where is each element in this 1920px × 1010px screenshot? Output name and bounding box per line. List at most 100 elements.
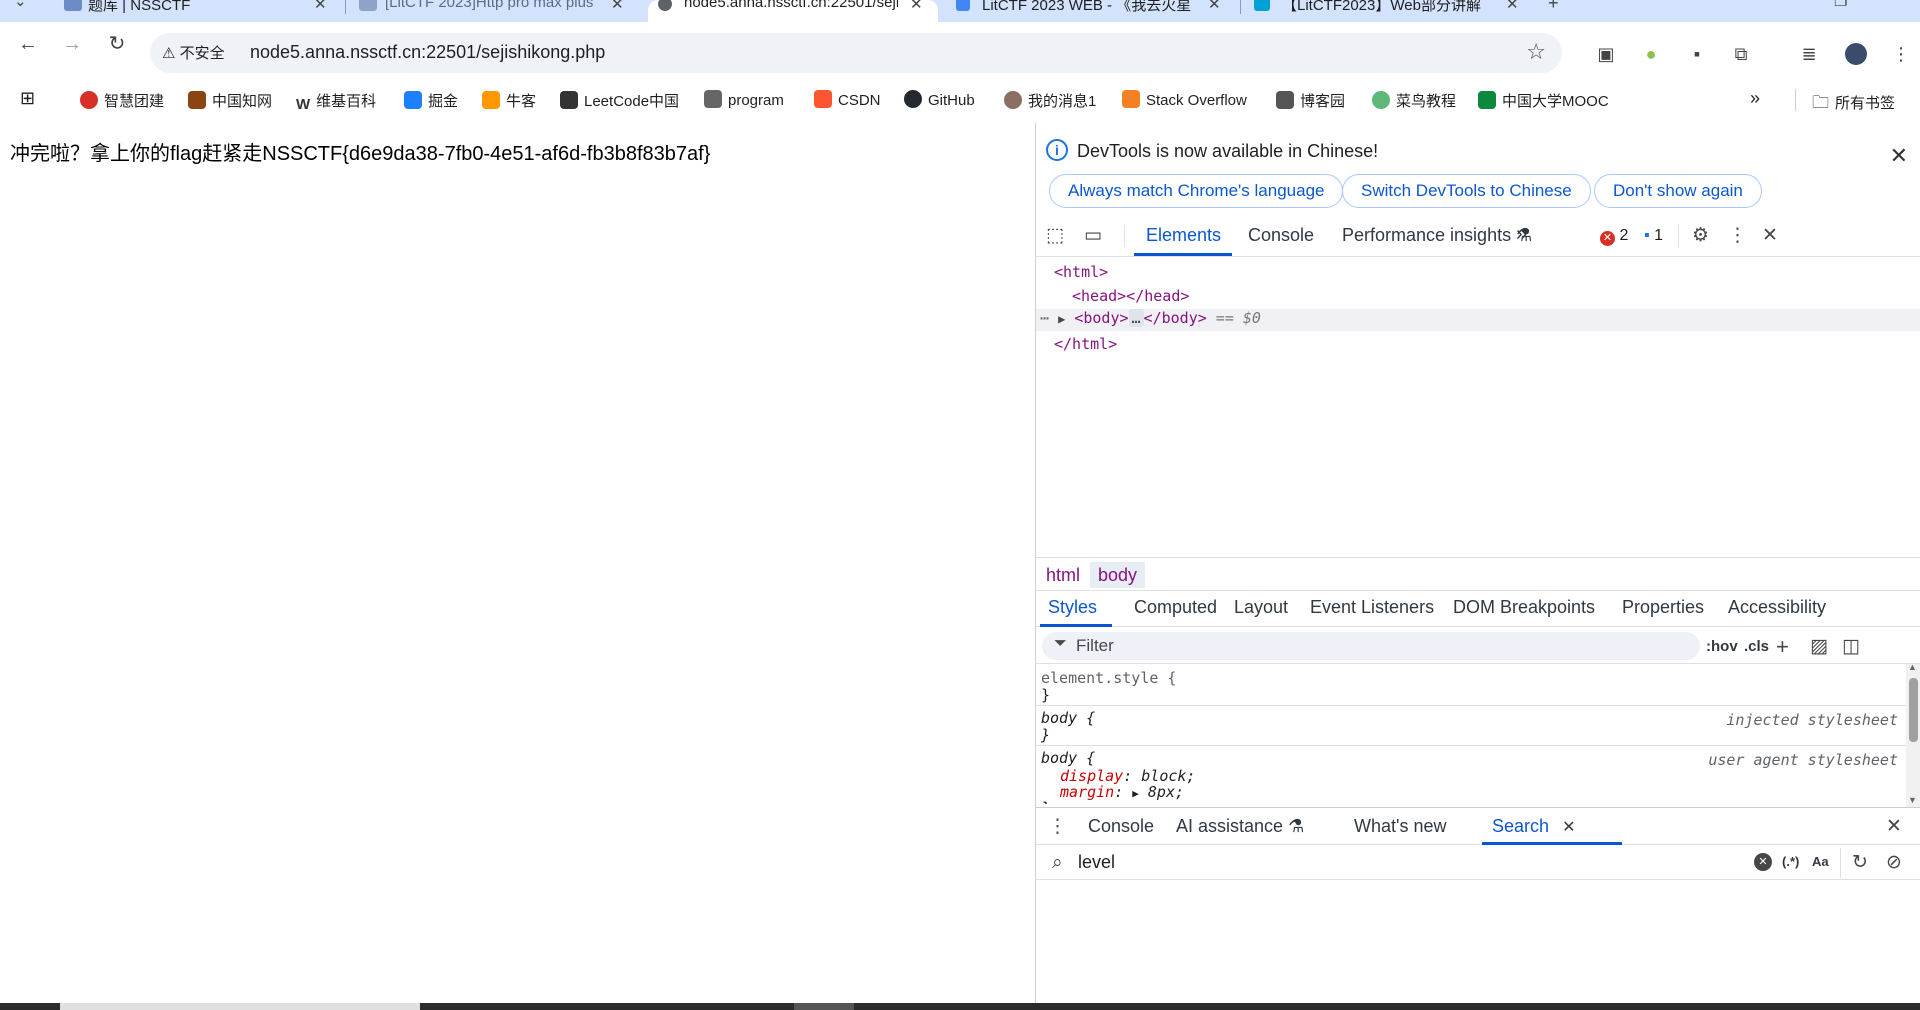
breadcrumb-html[interactable]: html [1038, 562, 1088, 588]
gear-icon[interactable]: ⚙ [1692, 225, 1709, 247]
styles-filter-input[interactable]: ⏷ Filter [1042, 632, 1700, 660]
reload-button[interactable]: ↻ [103, 30, 131, 58]
back-button[interactable]: ← [14, 30, 42, 58]
message-counter[interactable]: ▪ 1 [1644, 227, 1663, 245]
tab-active-sejishikong[interactable]: node5.anna.nssctf.cn:22501/sejishikong.p… [648, 0, 938, 22]
close-icon[interactable]: ✕ [611, 0, 624, 13]
forward-button[interactable]: → [58, 30, 86, 58]
paint-brush-icon[interactable]: ▨ [1810, 636, 1828, 658]
security-indicator[interactable]: ⚠ 不安全 [162, 42, 225, 63]
menu-icon[interactable]: ⋮ [1890, 43, 1912, 65]
close-icon[interactable]: ✕ [910, 0, 923, 13]
dom-node-body-selected[interactable]: ⋯ ▶ <body>… </body> == $0 [1036, 309, 1920, 331]
refresh-icon[interactable]: ↻ [1852, 852, 1868, 874]
url-text[interactable]: node5.anna.nssctf.cn:22501/sejishikong.p… [250, 42, 605, 63]
expand-triangle-icon[interactable]: ▶ [1058, 312, 1065, 326]
error-counter[interactable]: ✕ 2 [1600, 227, 1628, 246]
dont-show-again-button[interactable]: Don't show again [1594, 174, 1762, 208]
rule-element-style[interactable]: element.style { [1041, 669, 1176, 687]
new-tab-button[interactable]: + [1544, 0, 1574, 22]
search-input[interactable]: level [1078, 852, 1115, 873]
tab-dom-breakpoints[interactable]: DOM Breakpoints [1453, 597, 1595, 618]
close-icon[interactable]: ✕ [1208, 0, 1221, 13]
dom-node-head[interactable]: <head></head> [1072, 287, 1189, 305]
new-style-rule-icon[interactable]: + [1776, 636, 1789, 658]
extension-icon[interactable]: ● [1640, 43, 1662, 65]
drawer-tab-whats-new[interactable]: What's new [1354, 816, 1446, 837]
drawer-tab-console[interactable]: Console [1088, 816, 1154, 837]
close-icon[interactable]: ✕ [314, 0, 327, 13]
clear-icon[interactable]: ⊘ [1886, 852, 1902, 874]
scroll-up-icon[interactable]: ▲ [1908, 662, 1917, 672]
close-devtools-icon[interactable]: ✕ [1762, 225, 1778, 247]
inspect-element-icon[interactable]: ⬚ [1046, 225, 1064, 247]
switch-to-chinese-button[interactable]: Switch DevTools to Chinese [1342, 174, 1591, 208]
tab-accessibility[interactable]: Accessibility [1728, 597, 1826, 618]
toggle-sidebar-icon[interactable]: ◫ [1842, 636, 1860, 658]
bookmark-item[interactable]: 我的消息1 [1004, 90, 1096, 111]
tab-computed[interactable]: Computed [1134, 597, 1217, 618]
collapsed-children[interactable]: … [1128, 309, 1144, 327]
tab-layout[interactable]: Layout [1234, 597, 1288, 618]
apps-icon[interactable]: ⊞ [20, 88, 35, 109]
regex-toggle[interactable]: (.*) [1782, 854, 1799, 869]
taskbar-item[interactable] [794, 1003, 854, 1010]
close-icon[interactable]: ✕ [1506, 0, 1519, 13]
css-declaration[interactable]: margin: ▶ 8px; [1060, 783, 1184, 801]
more-bookmarks-button[interactable]: » [1750, 88, 1760, 109]
tab-litctf-bilibili[interactable]: 【LitCTF2023】Web部分讲解 ✕ [1244, 0, 1534, 22]
always-match-language-button[interactable]: Always match Chrome's language [1049, 174, 1344, 208]
tab-search-button[interactable]: ⌄ [0, 0, 40, 22]
bookmark-star-icon[interactable]: ☆ [1526, 39, 1546, 65]
bookmark-item[interactable]: 博客园 [1276, 90, 1345, 111]
close-drawer-icon[interactable]: ✕ [1886, 816, 1902, 838]
bookmark-item[interactable]: Stack Overflow [1122, 90, 1247, 109]
tab-nssctf[interactable]: 题库 | NSSCTF ✕ [44, 0, 339, 22]
avatar[interactable] [1845, 43, 1867, 65]
tab-elements[interactable]: Elements [1146, 225, 1221, 246]
horizontal-scroll-thumb[interactable] [60, 1003, 420, 1010]
device-toolbar-icon[interactable]: ▭ [1084, 225, 1102, 247]
tab-event-listeners[interactable]: Event Listeners [1310, 597, 1434, 618]
bookmark-item[interactable]: 菜鸟教程 [1372, 90, 1456, 111]
dom-node-menu-icon[interactable]: ⋯ [1040, 309, 1049, 327]
dom-node-html[interactable]: <html> [1054, 263, 1108, 281]
media-control-icon[interactable]: ≣ [1798, 43, 1820, 65]
close-icon[interactable]: ✕ [1562, 819, 1575, 836]
bookmark-item[interactable]: CSDN [814, 90, 881, 109]
match-case-toggle[interactable]: Aa [1812, 854, 1829, 869]
bookmark-item[interactable]: 掘金 [404, 90, 458, 111]
bookmark-item[interactable]: LeetCode中国 [560, 90, 679, 111]
bookmark-item[interactable]: 智慧团建 [80, 90, 164, 111]
puzzle-icon[interactable]: ⧉ [1730, 43, 1752, 65]
expand-triangle-icon[interactable]: ▶ [1132, 787, 1139, 800]
drawer-tab-search[interactable]: Search ✕ [1492, 816, 1575, 837]
styles-scrollbar[interactable]: ▲ ▼ [1906, 662, 1920, 809]
more-tabs-button[interactable]: » [1516, 223, 1527, 246]
tab-http-pro-max[interactable]: [LitCTF 2023]Http pro max plus ✕ [345, 0, 640, 22]
tab-console[interactable]: Console [1248, 225, 1314, 246]
rule-body-injected[interactable]: body { [1041, 709, 1095, 727]
bookmark-item[interactable]: GitHub [904, 90, 975, 109]
clear-search-icon[interactable]: ✕ [1754, 853, 1772, 871]
scroll-down-icon[interactable]: ▼ [1908, 795, 1917, 805]
drawer-tab-ai-assistance[interactable]: AI assistance ⚗ [1176, 816, 1304, 837]
tab-litctf-web[interactable]: LitCTF 2023 WEB - 《我去火星》 ✕ [946, 0, 1236, 22]
class-toggle[interactable]: .cls [1744, 638, 1769, 655]
more-options-icon[interactable]: ⋮ [1728, 225, 1747, 247]
bookmark-item[interactable]: W 维基百科 [296, 90, 376, 114]
tab-properties[interactable]: Properties [1622, 597, 1704, 618]
drawer-menu-icon[interactable]: ⋮ [1048, 816, 1067, 838]
dom-node-html-close[interactable]: </html> [1054, 335, 1117, 353]
bookmark-item[interactable]: 中国知网 [188, 90, 272, 111]
tab-performance-insights[interactable]: Performance insights ⚗ [1342, 225, 1532, 246]
bookmark-item[interactable]: 牛客 [482, 90, 536, 111]
extension-icon[interactable]: ▣ [1595, 43, 1617, 65]
window-maximize-button[interactable]: ❐ [1826, 0, 1856, 22]
hover-state-toggle[interactable]: :hov [1706, 638, 1738, 655]
bookmark-item[interactable]: program [704, 90, 784, 109]
all-bookmarks-button[interactable]: 🗀 所有书签 [1812, 90, 1895, 119]
scrollbar-thumb[interactable] [1909, 678, 1918, 742]
rule-body-user-agent[interactable]: body { [1041, 749, 1095, 767]
bookmark-item[interactable]: 中国大学MOOC [1478, 90, 1609, 111]
